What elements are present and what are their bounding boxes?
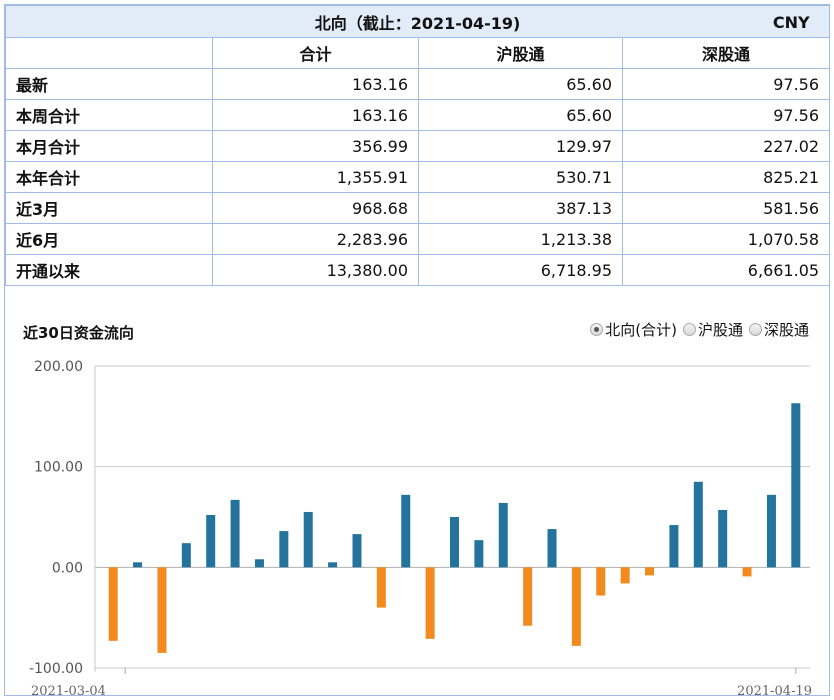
row-value: 1,355.91 <box>212 161 419 193</box>
series-selector: 北向(合计) 沪股通 深股通 <box>590 319 809 340</box>
row-value: 1,213.38 <box>418 223 623 255</box>
bar <box>669 525 679 568</box>
table-row: 本周合计 163.16 65.60 97.56 <box>5 99 831 131</box>
row-value: 1,070.58 <box>621 223 831 255</box>
row-value: 825.21 <box>621 161 831 193</box>
row-value: 13,380.00 <box>212 254 419 286</box>
radio-selected-icon <box>590 323 604 336</box>
bar <box>693 481 703 568</box>
row-value: 581.56 <box>621 192 831 224</box>
row-label: 近6月 <box>5 223 213 255</box>
table-row: 近6月 2,283.96 1,213.38 1,070.58 <box>5 223 831 255</box>
y-tick-label: -100.00 <box>29 661 83 677</box>
row-value: 2,283.96 <box>212 223 419 255</box>
column-header: 合计 <box>212 37 419 69</box>
bar <box>108 567 118 641</box>
radio-unselected-icon <box>748 323 762 336</box>
row-value: 97.56 <box>621 99 831 131</box>
radio-northbound-total[interactable]: 北向(合计) <box>590 319 677 340</box>
bar <box>791 403 801 568</box>
table-row: 最新 163.16 65.60 97.56 <box>5 68 831 100</box>
table-title-cell: 北向（截止：2021-04-19) CNY <box>4 5 831 38</box>
table-row: 本月合计 356.99 129.97 227.02 <box>5 130 831 162</box>
x-tick-label: 2021-03-04 <box>31 684 106 695</box>
bar <box>352 534 362 568</box>
bar <box>279 531 289 568</box>
table-row: 近3月 968.68 387.13 581.56 <box>5 192 831 224</box>
table-title-row: 北向（截止：2021-04-19) CNY <box>4 5 831 38</box>
bar <box>157 567 167 653</box>
radio-label: 沪股通 <box>697 321 743 339</box>
corner-cell <box>5 37 213 69</box>
radio-label: 深股通 <box>763 321 809 339</box>
row-value: 129.97 <box>418 130 623 162</box>
bar <box>718 509 728 568</box>
row-value: 163.16 <box>212 99 419 131</box>
row-value: 65.60 <box>418 99 623 131</box>
column-header: 深股通 <box>621 37 831 69</box>
row-value: 65.60 <box>418 68 623 100</box>
x-tick-label: 2021-04-19 <box>737 684 812 695</box>
table-row: 开通以来 13,380.00 6,718.95 6,661.05 <box>5 254 831 286</box>
bar <box>450 517 459 568</box>
row-value: 163.16 <box>212 68 419 100</box>
row-label: 本年合计 <box>5 161 213 193</box>
currency-label: CNY <box>772 12 810 32</box>
column-header-row: 合计 沪股通 深股通 <box>5 37 831 69</box>
bar <box>181 543 191 568</box>
row-value: 356.99 <box>212 130 419 162</box>
bar <box>133 562 143 568</box>
radio-shenzhen-connect[interactable]: 深股通 <box>748 319 809 340</box>
flow-bar-chart: 200.00 100.00 0.00 -100.00 2021-03-04 2021-04… <box>29 359 812 695</box>
bar <box>742 567 752 577</box>
table-title: 北向（截止：2021-04-19) <box>314 13 521 33</box>
row-label: 近3月 <box>5 192 213 224</box>
bar <box>230 499 240 568</box>
bar <box>376 567 386 608</box>
row-label: 本月合计 <box>5 130 213 162</box>
bar <box>766 494 776 568</box>
bar <box>474 540 484 568</box>
bar <box>523 567 533 626</box>
row-value: 6,661.05 <box>621 254 831 286</box>
row-value: 387.13 <box>418 192 623 224</box>
row-label: 本周合计 <box>5 99 213 131</box>
row-value: 97.56 <box>621 68 831 100</box>
bar <box>254 559 264 568</box>
bar <box>401 494 411 568</box>
bar <box>425 567 435 639</box>
radio-label: 北向(合计) <box>605 321 677 339</box>
y-tick-label: 100.00 <box>34 460 83 476</box>
bar <box>596 567 606 596</box>
row-value: 968.68 <box>212 192 419 224</box>
row-value: 530.71 <box>418 161 623 193</box>
radio-unselected-icon <box>682 323 696 336</box>
y-tick-label: 200.00 <box>34 359 83 375</box>
bar <box>620 567 630 584</box>
bar <box>547 529 557 568</box>
summary-table: 北向（截止：2021-04-19) CNY 合计 沪股通 深股通 最新 163.1… <box>4 5 831 286</box>
radio-shanghai-connect[interactable]: 沪股通 <box>682 319 743 340</box>
bar <box>645 567 655 576</box>
row-value: 227.02 <box>621 130 831 162</box>
chart-title: 近30日资金流向 <box>23 324 134 342</box>
column-header: 沪股通 <box>418 37 623 69</box>
northbound-panel: 北向（截止：2021-04-19) CNY 合计 沪股通 深股通 最新 163.1… <box>4 4 831 696</box>
table-row: 本年合计 1,355.91 530.71 825.21 <box>5 161 831 193</box>
bar <box>303 511 313 568</box>
row-label: 开通以来 <box>5 254 213 286</box>
bar <box>328 562 338 568</box>
row-label: 最新 <box>5 68 213 100</box>
bar <box>206 514 216 568</box>
bar <box>498 502 508 568</box>
row-value: 6,718.95 <box>418 254 623 286</box>
y-tick-label: 0.00 <box>52 560 83 576</box>
bar <box>571 567 581 646</box>
